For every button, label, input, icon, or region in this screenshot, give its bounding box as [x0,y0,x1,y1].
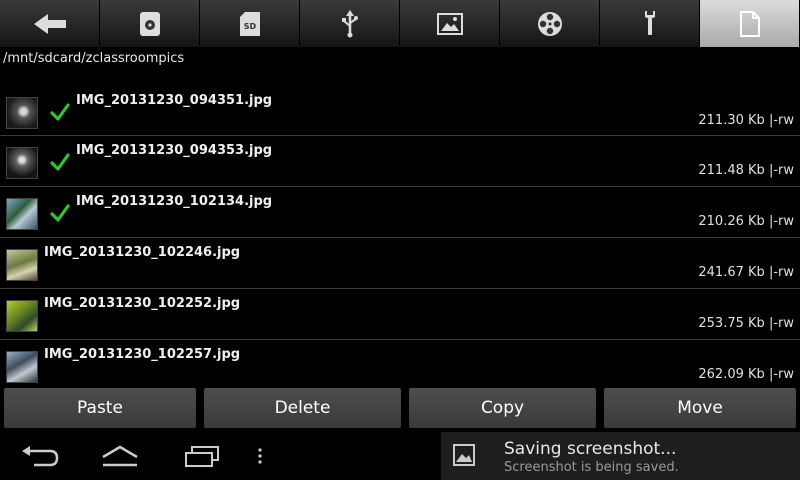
checkmark-icon[interactable] [50,153,70,171]
current-path: /mnt/sdcard/zclassroompics [3,51,185,66]
checkmark-icon[interactable] [50,204,70,222]
file-list: IMG_20131230_094351.jpg 211.30 Kb |-rw I… [0,86,800,384]
file-name: IMG_20131230_102134.jpg [76,194,273,209]
file-thumbnail [6,300,38,332]
file-size: 262.09 Kb [698,367,765,382]
checkmark-icon[interactable] [50,103,70,121]
file-name: IMG_20131230_094351.jpg [76,93,273,108]
sd-card-button[interactable]: SD [200,0,300,47]
nav-menu-button[interactable] [250,432,270,480]
file-row[interactable]: IMG_20131230_094351.jpg 211.30 Kb |-rw [0,86,800,136]
paste-button[interactable]: Paste [4,388,196,428]
sd-card-icon: SD [239,11,260,36]
file-permissions: |-rw [768,113,794,128]
tools-button[interactable] [600,0,700,47]
nav-recents-button[interactable] [180,432,224,480]
file-meta: 211.48 Kb |-rw [698,163,794,178]
file-permissions: |-rw [768,163,794,178]
internal-storage-icon [139,11,160,36]
file-size: 210.26 Kb [698,214,765,229]
videos-button[interactable] [500,0,600,47]
delete-button[interactable]: Delete [204,388,401,428]
file-icon [739,10,760,37]
back-arrow-icon [33,13,66,34]
internal-storage-button[interactable] [100,0,200,47]
file-meta: 262.09 Kb |-rw [698,367,794,382]
file-name: IMG_20131230_102257.jpg [44,347,241,362]
files-button[interactable] [700,0,800,47]
file-name: IMG_20131230_102252.jpg [44,296,241,311]
file-row[interactable]: IMG_20131230_102134.jpg 210.26 Kb |-rw [0,187,800,238]
move-button[interactable]: Move [604,388,796,428]
file-permissions: |-rw [768,214,794,229]
image-icon [436,12,463,35]
file-thumbnail [6,198,38,230]
file-row[interactable]: IMG_20131230_102246.jpg 241.67 Kb |-rw [0,238,800,289]
sd-label: SD [243,22,256,31]
screenshot-notification[interactable]: Saving screenshot... Screenshot is being… [441,432,800,480]
top-toolbar: SD [0,0,800,47]
nav-back-icon [22,446,59,467]
back-button[interactable] [0,0,100,47]
file-permissions: |-rw [768,367,794,382]
file-size: 211.30 Kb [698,113,765,128]
recent-apps-icon [185,446,219,467]
usb-button[interactable] [300,0,400,47]
home-icon [102,445,138,467]
file-meta: 210.26 Kb |-rw [698,214,794,229]
file-row[interactable]: IMG_20131230_102252.jpg 253.75 Kb |-rw [0,289,800,340]
file-row[interactable]: IMG_20131230_102257.jpg 262.09 Kb |-rw [0,340,800,384]
wrench-icon [644,10,655,35]
video-reel-icon [537,11,562,36]
file-thumbnail [6,97,38,129]
usb-icon [341,9,358,37]
file-permissions: |-rw [768,265,794,280]
images-button[interactable] [400,0,500,47]
file-meta: 253.75 Kb |-rw [698,316,794,331]
file-size: 211.48 Kb [698,163,765,178]
file-name: IMG_20131230_094353.jpg [76,143,273,158]
copy-button[interactable]: Copy [409,388,596,428]
file-thumbnail [6,351,38,383]
file-row[interactable]: IMG_20131230_094353.jpg 211.48 Kb |-rw [0,136,800,187]
gallery-icon [453,444,475,466]
file-thumbnail [6,147,38,179]
file-meta: 241.67 Kb |-rw [698,265,794,280]
file-thumbnail [6,249,38,281]
file-meta: 211.30 Kb |-rw [698,113,794,128]
file-size: 241.67 Kb [698,265,765,280]
overflow-menu-icon [258,448,262,464]
action-bar: Paste Delete Copy Move [0,388,800,428]
file-size: 253.75 Kb [698,316,765,331]
nav-back-button[interactable] [18,432,62,480]
notification-subtitle: Screenshot is being saved. [504,460,679,475]
notification-title: Saving screenshot... [504,439,677,459]
file-name: IMG_20131230_102246.jpg [44,245,241,260]
nav-home-button[interactable] [98,432,142,480]
file-permissions: |-rw [768,316,794,331]
